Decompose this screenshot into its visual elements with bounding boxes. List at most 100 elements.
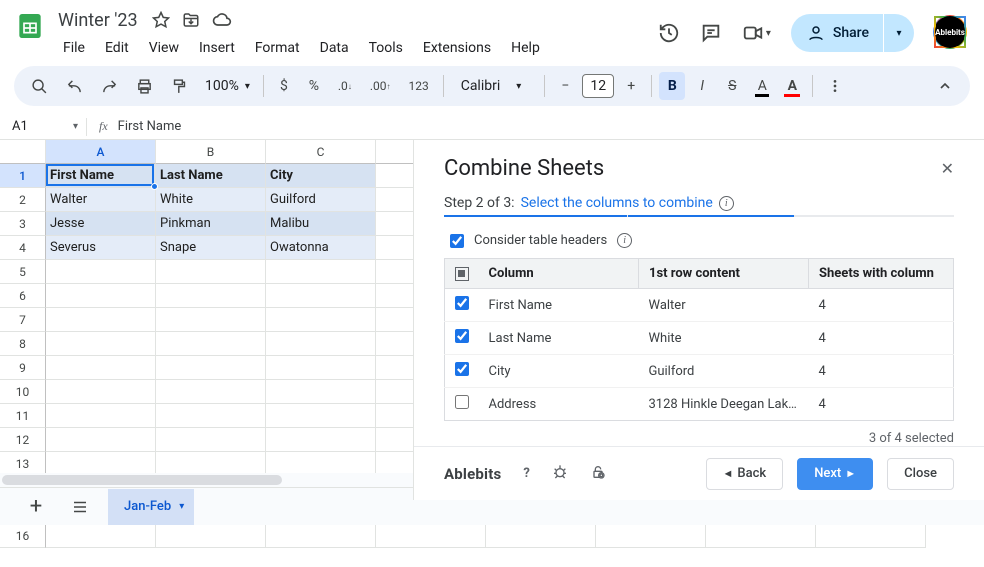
cell-C10[interactable]	[266, 380, 376, 404]
menu-extensions[interactable]: Extensions	[414, 36, 500, 60]
cell-A2[interactable]: Walter	[46, 188, 156, 212]
help-icon[interactable]: ?	[523, 466, 529, 481]
column-row[interactable]: First Name Walter 4	[445, 289, 954, 322]
cell-C4[interactable]: Owatonna	[266, 236, 376, 260]
collapse-toolbar-icon[interactable]	[930, 72, 960, 100]
menu-data[interactable]: Data	[311, 36, 358, 60]
info-icon[interactable]: i	[719, 196, 734, 211]
cell-E16[interactable]	[486, 524, 596, 548]
cell-B3[interactable]: Pinkman	[156, 212, 266, 236]
percent-icon[interactable]: %	[301, 72, 327, 100]
cell-B9[interactable]	[156, 356, 266, 380]
bold-button[interactable]: B	[659, 72, 685, 100]
text-color-button[interactable]: A	[749, 72, 775, 100]
row-header-1[interactable]: 1	[0, 164, 46, 188]
cell-A3[interactable]: Jesse	[46, 212, 156, 236]
row-header-4[interactable]: 4	[0, 236, 46, 260]
column-checkbox[interactable]	[455, 329, 469, 343]
th-sheets[interactable]: Sheets with column	[809, 259, 954, 289]
cell-B4[interactable]: Snape	[156, 236, 266, 260]
consider-headers-checkbox[interactable]	[450, 234, 464, 248]
move-icon[interactable]	[182, 10, 200, 30]
select-all-header[interactable]	[445, 259, 479, 289]
cell-C1[interactable]: City	[266, 164, 376, 188]
col-header-B[interactable]: B	[156, 140, 266, 164]
decrease-decimal-icon[interactable]: .0↓	[331, 72, 359, 100]
row-header-9[interactable]: 9	[0, 356, 46, 380]
cell-G16[interactable]	[706, 524, 816, 548]
cell-C3[interactable]: Malibu	[266, 212, 376, 236]
cell-C16[interactable]	[266, 524, 376, 548]
cell-F16[interactable]	[596, 524, 706, 548]
document-title[interactable]: Winter '23	[54, 10, 142, 31]
cell-B1[interactable]: Last Name	[156, 164, 266, 188]
paint-format-icon[interactable]	[164, 72, 195, 100]
cell-A16[interactable]	[46, 524, 156, 548]
star-icon[interactable]	[152, 10, 170, 30]
menu-format[interactable]: Format	[246, 36, 309, 60]
sheet-tab-active[interactable]: Jan-Feb▾	[108, 489, 194, 525]
sheets-logo[interactable]	[14, 6, 46, 46]
row-header-11[interactable]: 11	[0, 404, 46, 428]
row-header-12[interactable]: 12	[0, 428, 46, 452]
col-header-C[interactable]: C	[266, 140, 376, 164]
increase-decimal-icon[interactable]: .00↑	[363, 72, 398, 100]
cell-B7[interactable]	[156, 308, 266, 332]
cell-A10[interactable]	[46, 380, 156, 404]
row-header-10[interactable]: 10	[0, 380, 46, 404]
menu-view[interactable]: View	[140, 36, 188, 60]
cell-B10[interactable]	[156, 380, 266, 404]
column-checkbox[interactable]	[455, 296, 469, 310]
font-select[interactable]: Calibri▾	[451, 78, 538, 94]
cell-C11[interactable]	[266, 404, 376, 428]
back-button[interactable]: ◄Back	[706, 458, 784, 490]
column-row[interactable]: Address 3128 Hinkle Deegan Lak… 4	[445, 388, 954, 421]
cell-B5[interactable]	[156, 260, 266, 284]
search-icon[interactable]	[24, 72, 55, 100]
th-column better[interactable]: Column	[479, 259, 639, 289]
cell-A1[interactable]: First Name	[46, 164, 156, 188]
menu-file[interactable]: File	[54, 36, 94, 60]
fill-color-button[interactable]: A	[779, 72, 805, 100]
column-row[interactable]: City Guilford 4	[445, 355, 954, 388]
cell-C9[interactable]	[266, 356, 376, 380]
info-icon[interactable]: i	[617, 233, 632, 248]
account-avatar[interactable]: Ablebits	[934, 16, 968, 50]
col-header-A[interactable]: A	[46, 140, 156, 164]
strike-button[interactable]: S	[719, 72, 745, 100]
close-button[interactable]: Close	[887, 458, 954, 490]
add-sheet-icon[interactable]: +	[20, 491, 52, 523]
cell-B6[interactable]	[156, 284, 266, 308]
formula-bar[interactable]: First Name	[118, 119, 182, 134]
column-row[interactable]: Last Name White 4	[445, 322, 954, 355]
undo-icon[interactable]	[59, 72, 90, 100]
decrease-font-icon[interactable]: −	[552, 72, 578, 100]
cell-C6[interactable]	[266, 284, 376, 308]
row-header-8[interactable]: 8	[0, 332, 46, 356]
th-first-row[interactable]: 1st row content	[639, 259, 809, 289]
cell-A5[interactable]	[46, 260, 156, 284]
column-checkbox[interactable]	[455, 395, 469, 409]
cell-B2[interactable]: White	[156, 188, 266, 212]
cell-C7[interactable]	[266, 308, 376, 332]
cell-B8[interactable]	[156, 332, 266, 356]
history-icon[interactable]	[658, 22, 680, 44]
select-all-cell[interactable]	[0, 140, 46, 164]
cell-B16[interactable]	[156, 524, 266, 548]
currency-icon[interactable]: $	[271, 72, 297, 100]
cell-C2[interactable]: Guilford	[266, 188, 376, 212]
font-size-input[interactable]: 12	[582, 74, 614, 98]
increase-font-icon[interactable]: +	[618, 72, 644, 100]
all-sheets-icon[interactable]	[64, 491, 96, 523]
comments-icon[interactable]	[700, 22, 722, 44]
format-123-button[interactable]: 123	[401, 72, 435, 100]
menu-edit[interactable]: Edit	[96, 36, 138, 60]
row-header-2[interactable]: 2	[0, 188, 46, 212]
meet-icon[interactable]: ▾	[742, 22, 771, 44]
cell-B12[interactable]	[156, 428, 266, 452]
cell-A4[interactable]: Severus	[46, 236, 156, 260]
cell-A6[interactable]	[46, 284, 156, 308]
cell-A12[interactable]	[46, 428, 156, 452]
cell-A8[interactable]	[46, 332, 156, 356]
more-toolbar-icon[interactable]	[820, 72, 850, 100]
